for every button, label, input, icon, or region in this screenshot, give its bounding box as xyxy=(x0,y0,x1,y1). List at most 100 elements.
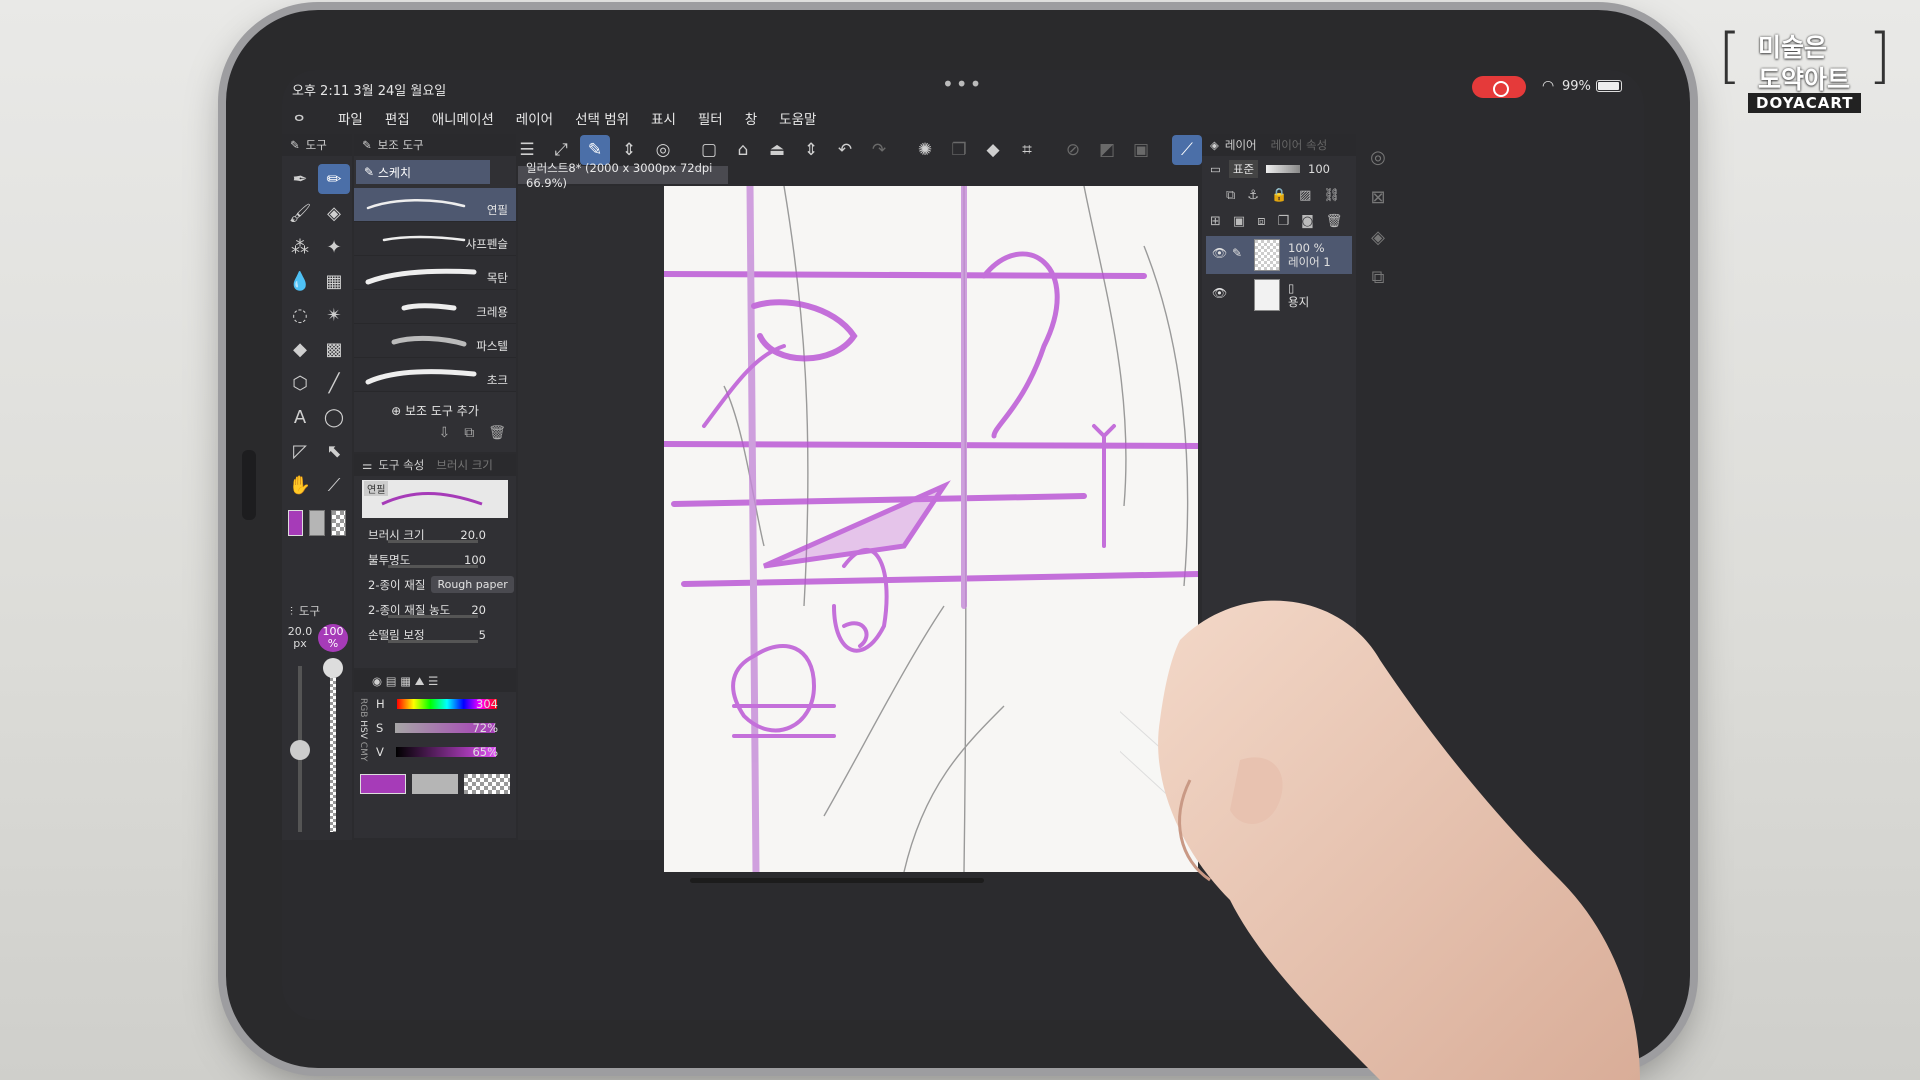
opacity-slider-track[interactable] xyxy=(330,666,336,832)
property-slider[interactable] xyxy=(388,615,478,618)
subtool-group-tab[interactable]: ✎ 스케치 xyxy=(356,160,490,184)
undo-icon[interactable]: ↶ xyxy=(830,135,860,165)
selection-icon[interactable]: ▣ xyxy=(1126,135,1156,165)
layer-color-icon[interactable]: ▭ xyxy=(1210,162,1221,176)
eyedropper-icon[interactable]: ⟋ xyxy=(318,470,350,500)
redo-icon[interactable]: ↷ xyxy=(864,135,894,165)
blend-icon[interactable]: 💧 xyxy=(284,266,316,296)
magic-wand-icon[interactable]: ✴ xyxy=(318,300,350,330)
size-slider-handle[interactable] xyxy=(290,740,310,760)
menu-item[interactable]: 선택 범위 xyxy=(575,108,629,128)
trash-icon[interactable]: 🗑 xyxy=(488,425,506,441)
pen-icon[interactable]: ✒ xyxy=(284,164,316,194)
canvas-tab[interactable]: 일러스트8* (2000 x 3000px 72dpi 66.9%) xyxy=(518,161,728,190)
loading-icon[interactable]: ✺ xyxy=(910,135,940,165)
line-icon[interactable]: ╱ xyxy=(318,368,350,398)
figure-icon[interactable]: ⬡ xyxy=(284,368,316,398)
drawing-canvas[interactable] xyxy=(664,186,1198,872)
main-color-chip[interactable] xyxy=(360,774,406,794)
mask-icon[interactable]: ▨ xyxy=(1299,188,1311,203)
save-icon[interactable]: ⏏ xyxy=(762,135,792,165)
tool-property-title[interactable]: 도구 속성 xyxy=(378,457,424,473)
brush-item[interactable]: 연필 xyxy=(354,188,516,222)
arrows-icon[interactable]: ⇕ xyxy=(796,135,826,165)
new-folder-icon[interactable]: ▣ xyxy=(1233,214,1245,229)
multitask-dots-icon[interactable]: ••• xyxy=(942,72,983,96)
layer-search-icon[interactable]: ⧉ xyxy=(1358,258,1398,298)
eraser-icon[interactable]: ◈ xyxy=(318,198,350,228)
copy-layer-icon[interactable]: ❐ xyxy=(1277,214,1289,229)
property-value[interactable]: Rough paper xyxy=(431,576,514,593)
property-slider[interactable] xyxy=(388,540,478,543)
open-folder-icon[interactable]: ⌂ xyxy=(728,135,758,165)
blend-mode-select[interactable]: 표준 xyxy=(1228,160,1259,178)
brush-icon[interactable]: 🖌 xyxy=(284,198,316,228)
saturation-row[interactable]: S 72% xyxy=(354,716,516,740)
operation-icon[interactable]: ⬉ xyxy=(318,436,350,466)
grid-icon[interactable]: ▦ xyxy=(318,266,350,296)
delete-layer-icon[interactable]: 🗑 xyxy=(1326,214,1343,229)
layer-panel-title[interactable]: 레이어 xyxy=(1225,137,1257,153)
layer-property-tab[interactable]: 레이어 속성 xyxy=(1271,137,1328,153)
sparkle-icon[interactable]: ✦ xyxy=(318,232,350,262)
hue-row[interactable]: H 304 xyxy=(354,692,516,716)
clear-icon[interactable]: ⊘ xyxy=(1058,135,1088,165)
layer-copy-icon[interactable]: ❐ xyxy=(944,135,974,165)
transparent-chip[interactable] xyxy=(464,774,510,794)
app-logo-icon[interactable]: ⴰ xyxy=(294,106,304,125)
layers-dock-icon[interactable]: ◈ xyxy=(1358,218,1398,258)
brush-item[interactable]: 크레용 xyxy=(354,290,516,324)
lasso-icon[interactable]: ◌ xyxy=(284,300,316,330)
fill-icon[interactable]: ◆ xyxy=(978,135,1008,165)
mask-add-icon[interactable]: ◙ xyxy=(1301,214,1314,229)
layer-row-paper[interactable]: 👁 ▯ 용지 xyxy=(1206,276,1352,314)
visibility-icon[interactable]: 👁 xyxy=(1212,286,1227,300)
menu-item[interactable]: 레이어 xyxy=(516,108,553,128)
balloon-icon[interactable]: ◯ xyxy=(318,402,350,432)
property-row[interactable]: 손떨림 보정 5 xyxy=(354,622,516,647)
sub-color-chip[interactable] xyxy=(412,774,458,794)
property-row[interactable]: 2-종이 재질 Rough paper xyxy=(354,572,516,597)
airbrush-icon[interactable]: ⁂ xyxy=(284,232,316,262)
add-subtool-button[interactable]: ⊕ 보조 도구 추가 xyxy=(354,392,516,425)
property-row[interactable]: 2-종이 재질 농도 20 xyxy=(354,597,516,622)
main-color-swatch[interactable] xyxy=(288,510,304,536)
brush-item[interactable]: 목탄 xyxy=(354,256,516,290)
snap-ruler-icon[interactable]: ⟋ xyxy=(1172,135,1202,165)
text-icon[interactable]: A xyxy=(284,402,316,432)
property-slider[interactable] xyxy=(388,640,478,643)
hand-icon[interactable]: ✋ xyxy=(284,470,316,500)
sub-view-icon[interactable]: ⊠ xyxy=(1358,178,1398,218)
gradient-icon[interactable]: ▩ xyxy=(318,334,350,364)
brush-item[interactable]: 샤프펜슬 xyxy=(354,222,516,256)
merge-icon[interactable]: ⧈ xyxy=(1257,214,1265,229)
property-value[interactable]: 5 xyxy=(479,628,486,642)
menu-item[interactable]: 파일 xyxy=(338,108,363,128)
transparent-swatch[interactable] xyxy=(330,510,346,536)
frame-icon[interactable]: ◸ xyxy=(284,436,316,466)
menu-item[interactable]: 편집 xyxy=(385,108,410,128)
layer-opacity-value[interactable]: 100 xyxy=(1308,162,1330,176)
fill-bucket-icon[interactable]: ◆ xyxy=(284,334,316,364)
transform-icon[interactable]: ⌗ xyxy=(1012,135,1042,165)
value-row[interactable]: V 65% xyxy=(354,740,516,764)
menu-item[interactable]: 필터 xyxy=(698,108,723,128)
menu-item[interactable]: 창 xyxy=(745,108,757,128)
layer-row-1[interactable]: 👁 ✎ 100 % 레이어 1 xyxy=(1206,236,1352,274)
screen-record-icon[interactable] xyxy=(1472,76,1526,98)
layer-opacity-slider[interactable] xyxy=(1266,165,1301,173)
brush-item[interactable]: 초크 xyxy=(354,358,516,392)
duplicate-icon[interactable]: ⧉ xyxy=(464,425,474,441)
navigator-icon[interactable]: ◎ xyxy=(1358,138,1398,178)
brush-size-tab[interactable]: 브러시 크기 xyxy=(436,457,493,473)
property-slider[interactable] xyxy=(388,565,478,568)
menu-item[interactable]: 표시 xyxy=(651,108,676,128)
menu-item[interactable]: 도움말 xyxy=(779,108,816,128)
new-raster-icon[interactable]: ⊞ xyxy=(1210,214,1221,229)
clip-icon[interactable]: ⧉ xyxy=(1226,188,1235,203)
pencil-icon[interactable]: ✏ xyxy=(318,164,350,194)
color-tabs-icon[interactable]: ◉ ▤ ▦ ⛰ ☰ xyxy=(372,674,438,689)
opacity-slider-handle[interactable] xyxy=(323,658,343,678)
menu-item[interactable]: 애니메이션 xyxy=(432,108,494,128)
sub-color-swatch[interactable] xyxy=(309,510,325,536)
